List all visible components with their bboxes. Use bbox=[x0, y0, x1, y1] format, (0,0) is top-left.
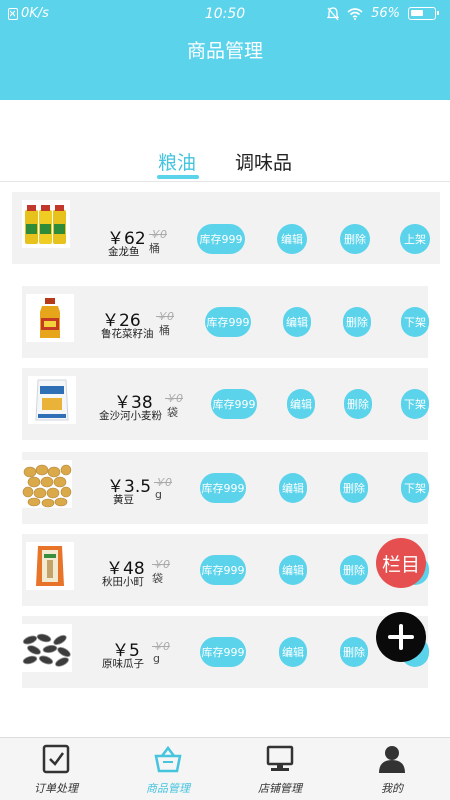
shelf-toggle-button[interactable]: 下架 bbox=[401, 473, 429, 503]
order-checklist-icon bbox=[42, 744, 70, 774]
oil-bottles-icon bbox=[22, 200, 70, 248]
status-right: 56% bbox=[327, 6, 439, 21]
delete-button[interactable]: 删除 bbox=[340, 637, 368, 667]
edit-button[interactable]: 编辑 bbox=[287, 389, 315, 419]
flour-bag-icon bbox=[28, 376, 76, 424]
basket-icon bbox=[154, 745, 182, 773]
product-name: 秋田小町 bbox=[102, 576, 144, 588]
stock-button[interactable]: 库存999 bbox=[200, 555, 246, 585]
oil-bottle-icon bbox=[26, 294, 74, 342]
shelf-toggle-button[interactable]: 上架 bbox=[400, 224, 430, 254]
stock-button[interactable]: 库存999 bbox=[200, 473, 246, 503]
nav-label: 我的 bbox=[381, 782, 403, 795]
edit-button[interactable]: 编辑 bbox=[277, 224, 307, 254]
edit-button[interactable]: 编辑 bbox=[283, 307, 311, 337]
delete-button[interactable]: 删除 bbox=[340, 555, 368, 585]
app-header: 0K/s 10:50 56% 商品管理 bbox=[0, 0, 450, 100]
silent-icon bbox=[327, 6, 340, 20]
product-row: ￥48 ￥0 秋田小町 袋 库存999 编辑 删除 bbox=[22, 534, 429, 606]
product-row: ￥26 ￥0 鲁花菜籽油 桶 库存999 编辑 删除 下架 bbox=[22, 286, 429, 358]
product-unit: g bbox=[155, 488, 162, 501]
nav-item-orders[interactable]: 订单处理 bbox=[0, 738, 112, 800]
tab-grain-oil[interactable]: 粮油 bbox=[158, 148, 196, 175]
edit-button[interactable]: 编辑 bbox=[279, 473, 307, 503]
product-unit: 桶 bbox=[159, 324, 170, 337]
nav-label: 店铺管理 bbox=[258, 782, 302, 795]
soybeans-icon bbox=[22, 460, 72, 508]
product-unit: g bbox=[153, 652, 160, 665]
nav-label: 订单处理 bbox=[34, 782, 78, 795]
delete-button[interactable]: 删除 bbox=[340, 224, 370, 254]
delete-button[interactable]: 删除 bbox=[344, 389, 372, 419]
stock-button[interactable]: 库存999 bbox=[211, 389, 257, 419]
active-tab-indicator bbox=[157, 175, 199, 179]
stock-button[interactable]: 库存999 bbox=[197, 224, 245, 254]
product-name: 鲁花菜籽油 bbox=[101, 328, 154, 340]
person-icon bbox=[379, 746, 405, 773]
delete-button[interactable]: 删除 bbox=[340, 473, 368, 503]
nav-item-shop[interactable]: 店铺管理 bbox=[224, 738, 336, 800]
nav-item-me[interactable]: 我的 bbox=[336, 738, 448, 800]
nav-item-products[interactable]: 商品管理 bbox=[112, 738, 224, 800]
add-product-button[interactable] bbox=[376, 612, 426, 662]
computer-icon bbox=[266, 745, 294, 771]
category-tabs: 粮油 调味品 bbox=[0, 148, 450, 182]
status-bar: 0K/s 10:50 56% bbox=[0, 6, 450, 26]
page-title: 商品管理 bbox=[186, 40, 263, 62]
product-row: ￥62 ￥0 金龙鱼 桶 库存999 编辑 删除 上架 bbox=[12, 192, 440, 264]
shelf-toggle-button[interactable]: 下架 bbox=[401, 389, 429, 419]
battery-icon bbox=[408, 7, 439, 20]
stock-button[interactable]: 库存999 bbox=[205, 307, 251, 337]
sunflower-seeds-icon bbox=[22, 624, 72, 672]
wifi-icon bbox=[347, 7, 363, 20]
product-row: ￥38 ￥0 金沙河小麦粉 袋 库存999 编辑 删除 下架 bbox=[22, 368, 429, 440]
product-row: ￥3.5 ￥0 黄豆 g 库存999 编辑 删除 下架 bbox=[22, 452, 429, 524]
product-name: 金龙鱼 bbox=[108, 246, 140, 258]
product-unit: 袋 bbox=[152, 572, 163, 585]
stock-button[interactable]: 库存999 bbox=[200, 637, 246, 667]
rice-bag-icon bbox=[26, 542, 74, 590]
bottom-nav: 订单处理 商品管理 店铺管理 我的 bbox=[0, 737, 450, 800]
product-unit: 桶 bbox=[149, 242, 160, 255]
category-menu-button[interactable]: 栏目 bbox=[376, 538, 426, 588]
tab-seasoning[interactable]: 调味品 bbox=[235, 148, 292, 175]
product-row: ￥5 ￥0 原味瓜子 g 库存999 编辑 删除 bbox=[22, 616, 429, 688]
nav-label: 商品管理 bbox=[146, 782, 190, 795]
product-name: 原味瓜子 bbox=[102, 658, 144, 670]
shelf-toggle-button[interactable]: 下架 bbox=[401, 307, 429, 337]
edit-button[interactable]: 编辑 bbox=[279, 555, 307, 585]
battery-percent: 56% bbox=[371, 6, 400, 21]
delete-button[interactable]: 删除 bbox=[343, 307, 371, 337]
edit-button[interactable]: 编辑 bbox=[279, 637, 307, 667]
product-name: 黄豆 bbox=[113, 494, 134, 506]
product-unit: 袋 bbox=[167, 406, 178, 419]
product-name: 金沙河小麦粉 bbox=[99, 410, 162, 422]
